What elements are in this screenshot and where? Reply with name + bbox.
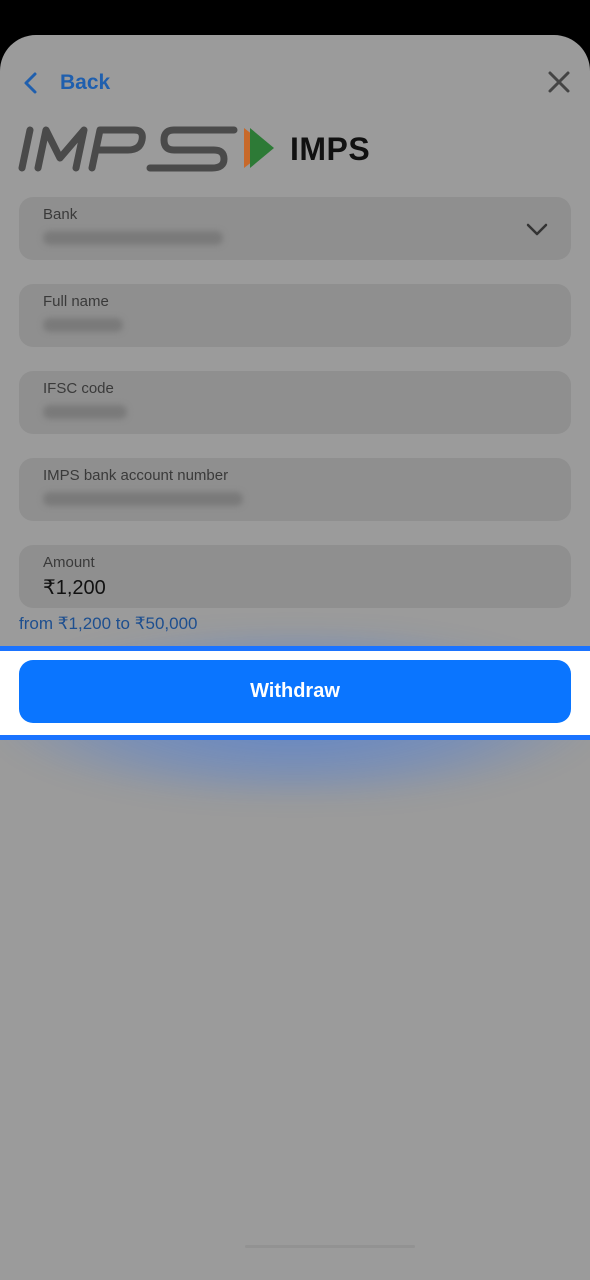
amount-value: ₹1,200 bbox=[43, 577, 106, 599]
bank-label: Bank bbox=[43, 206, 78, 223]
amount-label: Amount bbox=[43, 554, 95, 571]
withdraw-label: Withdraw bbox=[250, 680, 340, 702]
full-name-field[interactable]: Full name bbox=[19, 284, 571, 347]
full-name-label: Full name bbox=[43, 293, 109, 310]
withdraw-button[interactable]: Withdraw bbox=[19, 660, 571, 723]
screen: Back IMPS Bank Full name IFSC code IMPS … bbox=[0, 0, 590, 1280]
account-number-field[interactable]: IMPS bank account number bbox=[19, 458, 571, 521]
ifsc-field[interactable]: IFSC code bbox=[19, 371, 571, 434]
full-name-value-blurred bbox=[43, 318, 123, 332]
bank-select[interactable]: Bank bbox=[19, 197, 571, 260]
method-title: IMPS bbox=[290, 130, 371, 167]
back-button[interactable]: Back bbox=[18, 65, 110, 101]
close-icon[interactable] bbox=[544, 67, 574, 97]
payment-method-header: IMPS bbox=[18, 123, 370, 175]
chevron-left-icon bbox=[18, 69, 46, 97]
account-number-label: IMPS bank account number bbox=[43, 467, 229, 484]
status-bar bbox=[0, 0, 590, 35]
chevron-down-icon bbox=[526, 223, 548, 236]
back-label: Back bbox=[60, 71, 111, 94]
ifsc-value-blurred bbox=[43, 405, 127, 419]
imps-logo-icon bbox=[18, 126, 274, 172]
amount-field[interactable]: Amount ₹1,200 bbox=[19, 545, 571, 608]
ifsc-label: IFSC code bbox=[43, 380, 114, 397]
account-number-value-blurred bbox=[43, 492, 243, 506]
home-indicator bbox=[245, 1245, 415, 1248]
withdraw-sheet: Back IMPS Bank Full name IFSC code IMPS … bbox=[0, 35, 590, 1280]
bank-value-blurred bbox=[43, 231, 223, 245]
